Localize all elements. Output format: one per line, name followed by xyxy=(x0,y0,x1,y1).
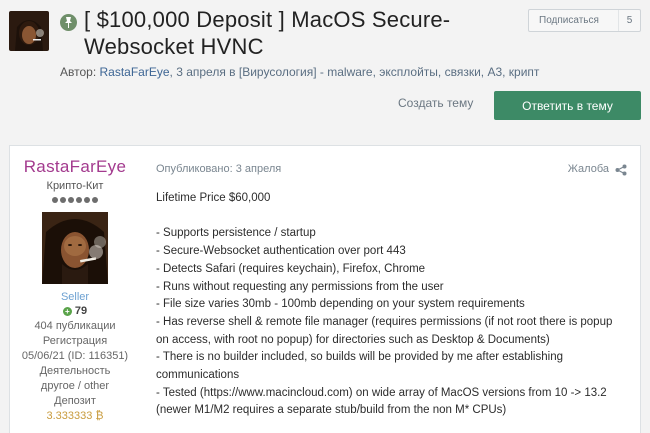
subscribe-button[interactable]: Подписаться 5 xyxy=(528,9,641,32)
user-rank: Крипто-Кит xyxy=(46,180,104,192)
post-username[interactable]: RastaFarEye xyxy=(10,157,140,177)
registration-value: 05/06/21 (ID: 116351) xyxy=(21,350,129,362)
post-author-avatar[interactable] xyxy=(42,212,108,284)
topic-title-line-1: [ $100,000 Deposit ] MacOS Secure- xyxy=(84,7,451,32)
post-body-line: - Supports persistence / startup xyxy=(156,227,316,240)
subscribe-label: Подписаться xyxy=(539,15,599,26)
post-body-line: - Detects Safari (requires keychain), Fi… xyxy=(156,262,426,275)
post-body-line: (newer M1/M2 requires a separate stub/bu… xyxy=(156,404,507,417)
share-icon[interactable] xyxy=(615,163,627,176)
meta-date: , 3 апреля в xyxy=(169,65,239,79)
deposit-label: Депозит xyxy=(54,395,96,407)
meta-tags: - malware, эксплойты, связки, А3, крипт xyxy=(316,65,540,79)
rank-pip xyxy=(60,197,66,203)
post-body-line: - Secure-Websocket authentication over p… xyxy=(156,245,406,258)
report-link[interactable]: Жалоба xyxy=(568,163,609,175)
reputation-plus-icon: + xyxy=(62,306,72,316)
rank-pip xyxy=(68,197,74,203)
post-body-line: communications xyxy=(156,369,240,382)
post: RastaFarEye Крипто-Кит Seller + 79 404 п… xyxy=(9,145,641,433)
rank-pip xyxy=(76,197,82,203)
post-body-line: Lifetime Price $60,000 xyxy=(156,192,271,204)
post-content: Опубликовано: 3 апреля Жалоба Lifetime P… xyxy=(156,146,636,433)
subscribe-count: 5 xyxy=(618,10,640,31)
post-count: 404 публикации xyxy=(34,320,116,332)
post-body-line xyxy=(156,208,632,226)
pinned-icon xyxy=(60,14,77,31)
registration-label: Регистрация xyxy=(42,335,108,347)
post-body: Lifetime Price $60,000 - Supports persist… xyxy=(156,190,632,420)
post-date: Опубликовано: 3 апреля xyxy=(156,163,282,175)
rank-pips xyxy=(10,197,140,205)
reputation-value: 79 xyxy=(74,305,88,317)
activity-label: Деятельность xyxy=(39,365,111,377)
user-group: Seller xyxy=(60,291,90,303)
topic-meta: Автор: RastaFarEye, 3 апреля в [Вирусоло… xyxy=(60,65,539,79)
post-author-sidebar: RastaFarEye Крипто-Кит Seller + 79 404 п… xyxy=(10,146,140,433)
topic-title-line-2: Websocket HVNC xyxy=(84,34,264,59)
meta-prefix: Автор: xyxy=(60,65,100,79)
post-body-line: - Has reverse shell & remote file manage… xyxy=(156,315,613,328)
topic-title: [ $100,000 Deposit ] MacOS Secure- Webso… xyxy=(84,6,504,60)
rank-pip xyxy=(92,197,98,203)
post-body-line: - Tested (https://www.macincloud.com) on… xyxy=(156,386,607,399)
deposit-value: 3.333333 ₿ xyxy=(46,410,104,422)
rank-pip xyxy=(52,197,58,203)
post-body-line: - There is no builder included, so build… xyxy=(156,351,563,364)
forum-link[interactable]: [Вирусология] xyxy=(239,65,317,79)
rank-pip xyxy=(84,197,90,203)
create-topic-button[interactable]: Создать тему xyxy=(398,96,473,114)
topic-author-avatar[interactable] xyxy=(9,11,49,51)
post-body-line: - Runs without requesting any permission… xyxy=(156,280,444,293)
activity-value: другое / other xyxy=(40,380,110,392)
reputation: + 79 xyxy=(10,305,140,317)
reply-button[interactable]: Ответить в тему xyxy=(494,91,641,120)
post-body-line: on access, with root no popup) for direc… xyxy=(156,333,550,346)
topic-author-link[interactable]: RastaFarEye xyxy=(100,65,170,79)
post-body-line: - File size varies 30mb - 100mb dependin… xyxy=(156,298,525,311)
